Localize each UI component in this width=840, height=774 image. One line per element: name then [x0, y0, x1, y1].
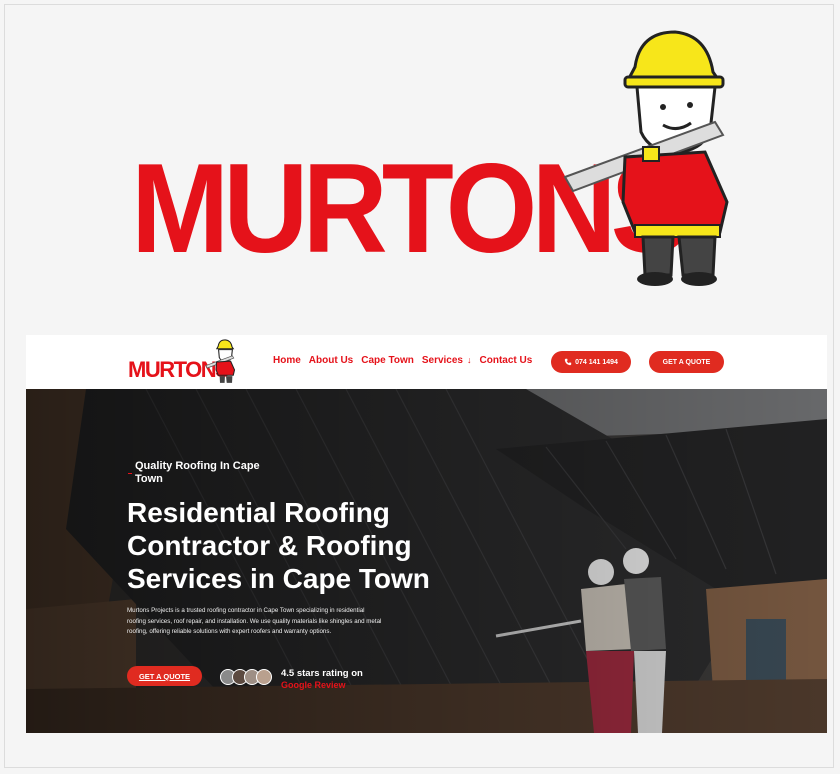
hero-section: Quality Roofing In Cape Town Residential… [26, 389, 827, 733]
eyebrow-accent [128, 473, 132, 474]
nav-link-contact[interactable]: Contact Us [480, 355, 533, 366]
navbar: MURTONS Home About Us Cape Town Services… [26, 335, 827, 389]
nav-link-services-label: Services [421, 355, 463, 366]
rating-text: 4.5 stars rating on [281, 668, 363, 679]
builder-mascot-icon [563, 30, 729, 286]
nav-link-services[interactable]: Services ↓ [422, 355, 472, 366]
hero-headline: Residential Roofing Contractor & Roofing… [127, 497, 430, 594]
chevron-down-icon: ↓ [467, 355, 472, 365]
nav-link-home[interactable]: Home [273, 355, 301, 366]
phone-icon [564, 358, 572, 366]
reviewer-avatars [220, 669, 276, 687]
brand-logo-large: MURTONS [125, 27, 735, 297]
website-preview: MURTONS Home About Us Cape Town Services… [26, 335, 827, 733]
nav-logo[interactable]: MURTONS [128, 339, 238, 385]
get-quote-hero-button[interactable]: GET A QUOTE [127, 666, 202, 686]
nav-links: Home About Us Cape Town Services ↓ Contac… [273, 355, 532, 366]
phone-button[interactable]: 074 141 1494 [551, 351, 631, 373]
get-quote-nav-button[interactable]: GET A QUOTE [649, 351, 724, 373]
builder-mascot-icon [205, 339, 236, 383]
hero-description: Murtons Projects is a trusted roofing co… [127, 607, 382, 635]
screenshot-frame: MURTONS MURTONS Home About Us Cape Town … [4, 4, 834, 768]
avatar [256, 669, 272, 685]
hero-eyebrow: Quality Roofing In Cape Town [135, 460, 260, 485]
nav-link-cape-town[interactable]: Cape Town [361, 355, 414, 366]
google-review-link[interactable]: Google Review [281, 680, 346, 690]
nav-link-about[interactable]: About Us [309, 355, 353, 366]
phone-button-label: 074 141 1494 [575, 358, 618, 366]
